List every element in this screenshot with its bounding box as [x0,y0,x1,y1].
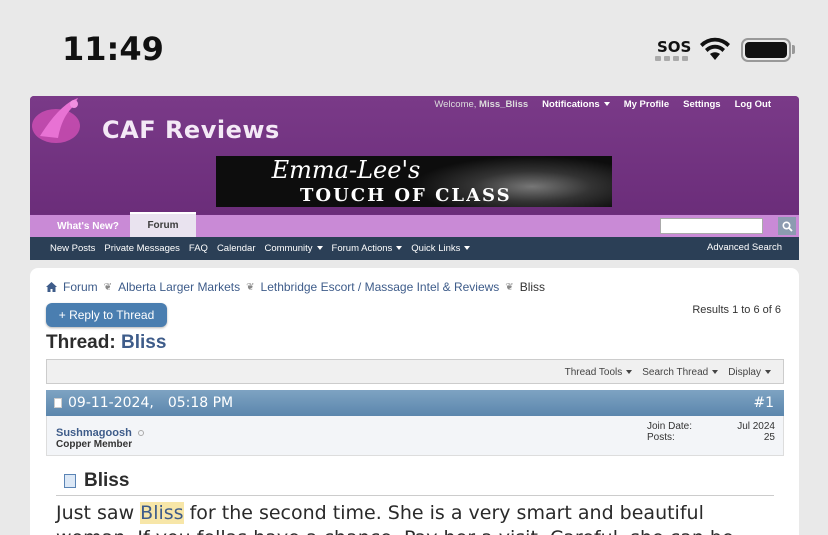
thread-name[interactable]: Bliss [121,332,166,353]
post-user-info: Sushmagoosh Copper Member Join Date: Jul … [46,416,784,456]
ad-banner[interactable]: Emma-Lee's TOUCH OF CLASS [216,156,612,207]
search-thread-menu[interactable]: Search Thread [642,367,719,378]
my-profile-link[interactable]: My Profile [624,99,669,110]
post-number-link[interactable]: #1 [753,395,774,411]
sos-indicator: SOS [657,38,692,56]
logo-figure-icon[interactable] [30,96,110,146]
breadcrumb: Forum ❦ Alberta Larger Markets ❦ Lethbri… [46,280,545,294]
chevron-down-icon [765,370,771,375]
username-link[interactable]: Miss_Bliss [479,99,528,110]
chevron-down-icon [316,246,323,251]
chevron-down-icon [464,246,471,251]
breadcrumb-alberta[interactable]: Alberta Larger Markets [118,280,240,294]
thread-tools-menu[interactable]: Thread Tools [565,367,633,378]
join-date-value: Jul 2024 [737,421,775,432]
thread-tools-bar: Thread Tools Search Thread Display [46,359,784,384]
status-time: 11:49 [62,30,164,68]
user-stats: Join Date: Jul 2024 Posts: 25 [647,421,775,443]
breadcrumb-separator-icon: ❦ [103,281,113,293]
post-divider [56,495,774,496]
search-icon [781,220,793,232]
tab-bar: What's New? Forum [30,212,799,237]
settings-link[interactable]: Settings [683,99,720,110]
posts-label: Posts: [647,432,675,443]
posts-value: 25 [763,432,775,443]
cellular-signal-icon [655,56,688,61]
user-toplinks: Welcome, Miss_Bliss Notifications My Pro… [434,99,771,110]
post-body: Just saw Bliss for the second time. She … [56,502,734,535]
reply-to-thread-button[interactable]: + Reply to Thread [46,303,167,327]
nav-bar: New Posts Private Messages FAQ Calendar … [30,237,799,260]
breadcrumb-separator-icon: ❦ [505,281,514,293]
highlighted-term: Bliss [140,502,184,524]
post-icon [64,474,76,488]
nav-calendar[interactable]: Calendar [217,243,256,254]
site-header: CAF Reviews Welcome, Miss_Bliss Notifica… [30,96,799,260]
post-title: Bliss [64,470,129,492]
wifi-icon [700,37,730,60]
banner-script-text: Emma-Lee's [271,156,421,184]
join-date-label: Join Date: [647,421,693,432]
thread-content: Forum ❦ Alberta Larger Markets ❦ Lethbri… [30,268,799,535]
site-logo[interactable]: CAF Reviews [102,116,280,144]
post-time: 05:18 PM [167,395,234,411]
nav-faq[interactable]: FAQ [189,243,208,254]
battery-icon [741,38,791,62]
notifications-menu[interactable]: Notifications [542,99,610,110]
logout-link[interactable]: Log Out [735,99,771,110]
display-menu[interactable]: Display [728,367,771,378]
breadcrumb-forum[interactable]: Forum [63,280,98,294]
search-button[interactable] [778,217,796,235]
post-username[interactable]: Sushmagoosh [56,427,132,439]
chevron-down-icon [626,370,633,375]
thread-title: Thread: Bliss [46,332,167,353]
post-doc-icon [54,398,62,408]
nav-new-posts[interactable]: New Posts [50,243,95,254]
breadcrumb-lethbridge[interactable]: Lethbridge Escort / Massage Intel & Revi… [261,280,500,294]
chevron-down-icon [396,246,403,251]
tab-whats-new[interactable]: What's New? [48,215,128,237]
breadcrumb-separator-icon: ❦ [246,281,255,293]
chevron-down-icon [712,370,719,375]
post-header: 09-11-2024, 05:18 PM #1 [46,390,784,416]
home-icon[interactable] [46,282,57,292]
search-input[interactable] [660,218,763,234]
welcome-text: Welcome, Miss_Bliss [434,99,529,110]
banner-caps-text: TOUCH OF CLASS [300,185,512,206]
nav-private-messages[interactable]: Private Messages [104,243,180,254]
user-title: Copper Member [56,439,133,450]
tab-forum[interactable]: Forum [130,212,196,237]
results-count: Results 1 to 6 of 6 [692,304,781,316]
nav-community[interactable]: Community [265,243,323,254]
post-date: 09-11-2024, [68,395,154,411]
chevron-down-icon [603,102,610,107]
breadcrumb-current: Bliss [519,280,546,294]
nav-quick-links[interactable]: Quick Links [411,243,471,254]
advanced-search-link[interactable]: Advanced Search [707,242,782,253]
offline-status-icon [137,430,144,437]
nav-forum-actions[interactable]: Forum Actions [332,243,403,254]
